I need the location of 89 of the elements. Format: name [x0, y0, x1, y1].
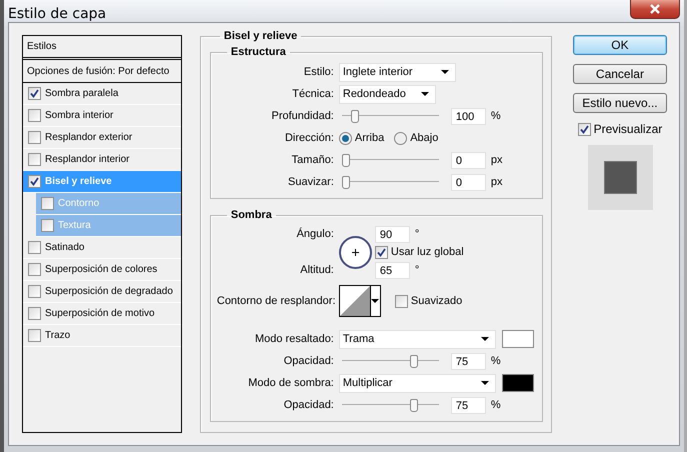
- checkbox[interactable]: [41, 219, 54, 232]
- field-label: Opacidad:: [282, 355, 334, 367]
- style-list-item[interactable]: Resplandor exterior: [23, 127, 181, 149]
- option-label: Abajo: [410, 132, 438, 144]
- window-title: Estilo de capa: [8, 6, 106, 22]
- section-title: Bisel y relieve: [222, 30, 298, 42]
- dialog-button[interactable]: Estilo nuevo...: [572, 93, 667, 113]
- slider-thumb[interactable]: [342, 154, 350, 167]
- value-field[interactable]: 75: [450, 352, 486, 370]
- checkbox-label: Previsualizar: [594, 122, 662, 136]
- unit-label: %: [490, 399, 501, 411]
- style-preview: [588, 145, 653, 210]
- checkbox[interactable]: [41, 197, 54, 210]
- checkbox[interactable]: [578, 122, 591, 136]
- angle-dial[interactable]: [338, 236, 372, 268]
- checkbox-label: Suavizado: [410, 295, 462, 307]
- mode-dropdown[interactable]: Redondeado: [338, 84, 436, 104]
- field-label: Modo de sombra:: [247, 377, 334, 389]
- mode-dropdown[interactable]: Multiplicar: [338, 374, 496, 392]
- checkbox-label: Usar luz global: [390, 246, 464, 258]
- value-field[interactable]: 90: [374, 226, 410, 242]
- unit-label: px: [490, 154, 502, 166]
- contour-picker[interactable]: [338, 285, 381, 317]
- field-label: Estilo:: [302, 66, 334, 78]
- value-field[interactable]: 65: [374, 262, 410, 278]
- caret-icon: [480, 381, 489, 385]
- section-title: Sombra: [230, 209, 273, 221]
- caret-icon: [480, 337, 489, 341]
- color-swatch[interactable]: [502, 330, 534, 348]
- style-list-item[interactable]: Satinado: [23, 237, 181, 259]
- dialog-button[interactable]: Cancelar: [572, 64, 667, 84]
- field-label: Altitud:: [299, 264, 334, 276]
- value-field[interactable]: 0: [450, 152, 486, 168]
- checkbox[interactable]: [28, 307, 41, 320]
- checkbox[interactable]: [28, 109, 41, 122]
- unit-label: °: [414, 228, 420, 240]
- field-label: Tamaño:: [290, 154, 334, 166]
- unit-label: %: [490, 355, 501, 367]
- field-label: Suavizar:: [287, 176, 334, 188]
- close-icon: [649, 4, 661, 14]
- style-list-item[interactable]: Trazo: [23, 325, 181, 347]
- unit-label: %: [490, 110, 501, 122]
- slider-thumb[interactable]: [350, 110, 359, 123]
- slider-thumb[interactable]: [342, 176, 350, 189]
- checkbox[interactable]: [28, 241, 41, 254]
- checkbox[interactable]: [28, 329, 41, 342]
- option-label: Arriba: [354, 132, 384, 144]
- section-title: Estructura: [230, 46, 287, 58]
- caret-icon: [440, 70, 449, 74]
- field-label: Dirección:: [284, 132, 334, 144]
- value-field[interactable]: 100: [450, 108, 486, 124]
- slider-thumb[interactable]: [410, 399, 418, 412]
- checkbox[interactable]: [28, 87, 41, 100]
- radio-button[interactable]: [338, 132, 352, 144]
- color-swatch[interactable]: [502, 374, 534, 392]
- style-list-item[interactable]: Sombra paralela: [23, 83, 181, 105]
- field-label: Opacidad:: [282, 399, 334, 411]
- style-list-item[interactable]: Sombra interior: [23, 105, 181, 127]
- field-label: Profundidad:: [270, 110, 334, 122]
- caret-icon: [420, 92, 429, 96]
- field-label: Modo resaltado:: [254, 333, 334, 345]
- blending-options-item[interactable]: Opciones de fusión: Por defecto: [23, 60, 181, 83]
- checkbox[interactable]: [374, 246, 388, 258]
- list-header: Estilos: [23, 36, 181, 60]
- checkbox[interactable]: [28, 175, 41, 188]
- slider-thumb[interactable]: [410, 355, 418, 368]
- mode-dropdown[interactable]: Trama: [338, 330, 496, 348]
- dialog-button[interactable]: OK: [572, 35, 667, 55]
- unit-label: °: [414, 264, 420, 276]
- value-field[interactable]: 0: [450, 174, 486, 190]
- value-field[interactable]: 75: [450, 396, 486, 414]
- mode-dropdown[interactable]: Inglete interior: [338, 62, 456, 82]
- checkbox[interactable]: [28, 285, 41, 298]
- checkbox[interactable]: [394, 294, 408, 308]
- checkbox[interactable]: [28, 153, 41, 166]
- close-button[interactable]: [630, 0, 680, 19]
- field-label: Técnica:: [291, 88, 334, 100]
- field-label: Contorno de resplandor:: [216, 295, 334, 307]
- style-list-item[interactable]: Superposición de motivo: [23, 303, 181, 325]
- field-label: Ángulo:: [296, 228, 334, 240]
- style-list-item[interactable]: Superposición de degradado: [23, 281, 181, 303]
- contour-curve-icon: [340, 286, 370, 316]
- style-list-item[interactable]: Superposición de colores: [23, 259, 181, 281]
- crosshair-icon: [352, 248, 359, 256]
- caret-icon: [371, 299, 380, 303]
- radio-button[interactable]: [394, 132, 408, 144]
- checkbox[interactable]: [28, 263, 41, 276]
- checkbox[interactable]: [28, 131, 41, 144]
- unit-label: px: [490, 176, 502, 188]
